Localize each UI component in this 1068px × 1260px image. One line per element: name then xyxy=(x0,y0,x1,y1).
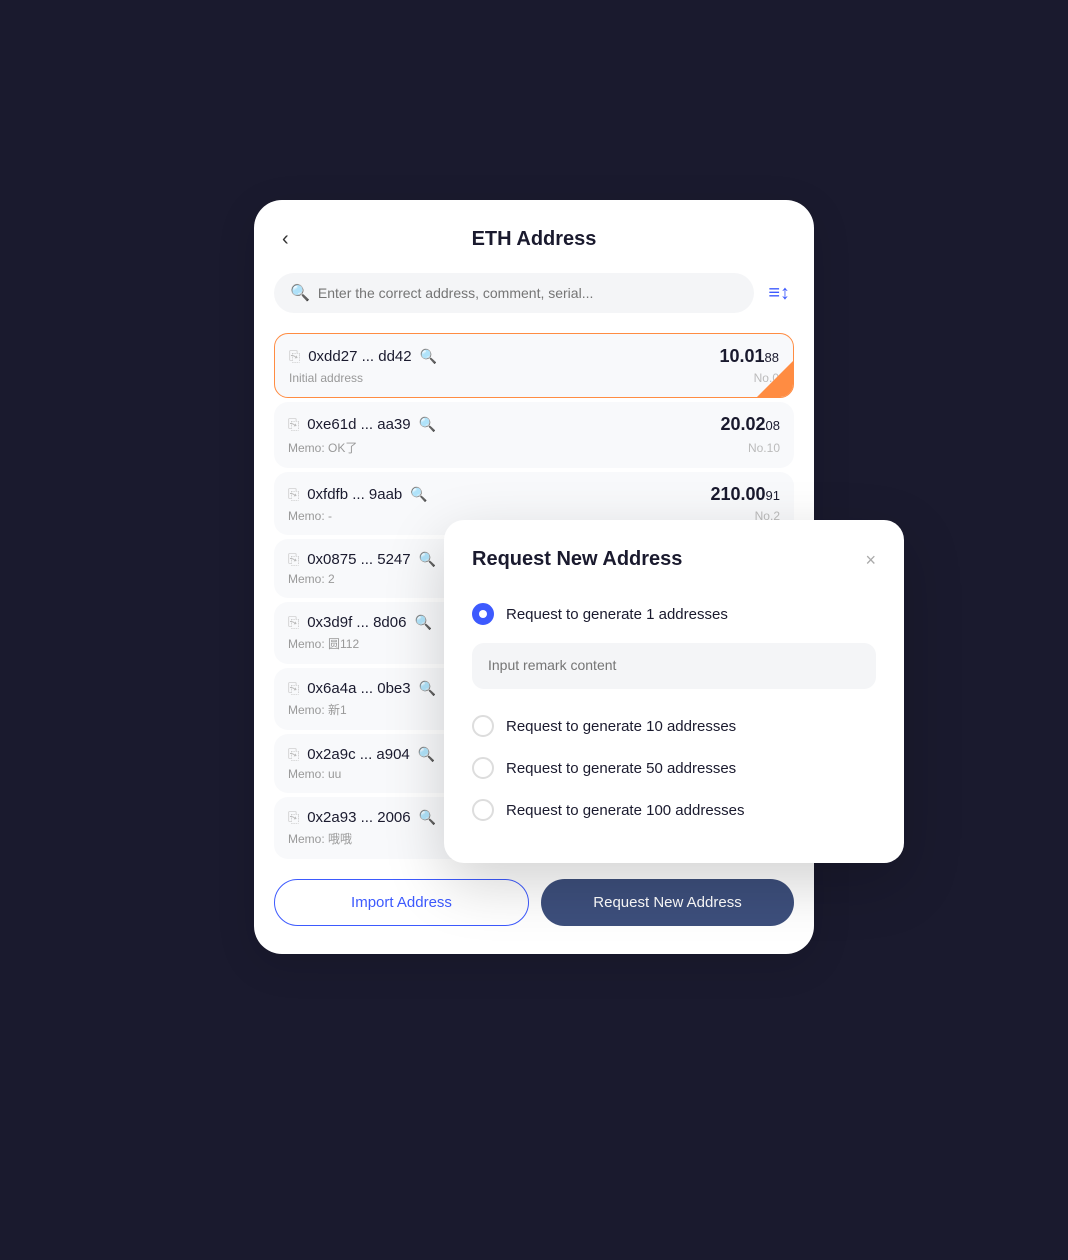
amount: 210.0091 xyxy=(710,484,780,505)
address-left: ⎘ 0xdd27 ... dd42 🔍 xyxy=(289,348,437,365)
address-text: 0x0875 ... 5247 xyxy=(307,551,410,568)
memo-text: Memo: 新1 xyxy=(288,701,347,718)
address-row: ⎘ 0xe61d ... aa39 🔍 20.0208 xyxy=(288,414,780,435)
address-left: ⎘ 0x0875 ... 5247 🔍 xyxy=(288,551,436,568)
radio-label: Request to generate 50 addresses xyxy=(506,760,736,777)
address-search-icon[interactable]: 🔍 xyxy=(420,348,437,365)
radio-label: Request to generate 10 addresses xyxy=(506,718,736,735)
amount: 20.0208 xyxy=(720,414,780,435)
copy-icon[interactable]: ⎘ xyxy=(288,746,299,763)
copy-icon[interactable]: ⎘ xyxy=(288,551,299,568)
address-text: 0xfdfb ... 9aab xyxy=(307,486,402,503)
copy-icon[interactable]: ⎘ xyxy=(288,614,299,631)
radio-unchecked-icon xyxy=(472,715,494,737)
page-title: ETH Address xyxy=(472,228,597,251)
memo-text: Memo: OK了 xyxy=(288,439,357,456)
radio-option-4[interactable]: Request to generate 100 addresses xyxy=(472,789,876,831)
memo-text: Memo: 哦哦 xyxy=(288,830,352,847)
address-search-icon[interactable]: 🔍 xyxy=(418,746,435,763)
modal-options: Request to generate 1 addresses Request … xyxy=(472,593,876,831)
address-text: 0xdd27 ... dd42 xyxy=(308,348,411,365)
address-text: 0x6a4a ... 0be3 xyxy=(307,680,410,697)
copy-icon[interactable]: ⎘ xyxy=(288,416,299,433)
address-left: ⎘ 0x3d9f ... 8d06 🔍 xyxy=(288,614,432,631)
radio-option[interactable]: Request to generate 50 addresses xyxy=(472,747,876,789)
address-text: 0x2a93 ... 2006 xyxy=(307,809,410,826)
address-search-icon[interactable]: 🔍 xyxy=(419,809,436,826)
radio-unchecked-icon xyxy=(472,799,494,821)
radio-unchecked-icon xyxy=(472,757,494,779)
memo-text: Initial address xyxy=(289,371,363,385)
modal-close-button[interactable]: × xyxy=(865,551,876,569)
address-text: 0x2a9c ... a904 xyxy=(307,746,410,763)
address-search-icon[interactable]: 🔍 xyxy=(419,551,436,568)
radio-checked-icon xyxy=(472,603,494,625)
radio-option-1[interactable]: Request to generate 1 addresses xyxy=(472,593,876,635)
address-search-icon[interactable]: 🔍 xyxy=(419,680,436,697)
copy-icon[interactable]: ⎘ xyxy=(288,486,299,503)
search-input[interactable] xyxy=(318,285,738,301)
address-text: 0xe61d ... aa39 xyxy=(307,416,410,433)
radio-label: Request to generate 1 addresses xyxy=(506,606,728,623)
filter-button[interactable]: ≡↕ xyxy=(764,278,794,309)
address-text: 0x3d9f ... 8d06 xyxy=(307,614,406,631)
search-bar: 🔍 ≡↕ xyxy=(274,273,794,313)
search-icon: 🔍 xyxy=(290,283,310,303)
modal-title: Request New Address xyxy=(472,548,682,571)
memo-text: Memo: 圆112 xyxy=(288,635,359,652)
search-input-wrap[interactable]: 🔍 xyxy=(274,273,754,313)
memo-row: Initial address No.0 xyxy=(289,371,779,385)
page-header: ‹ ETH Address xyxy=(274,228,794,251)
address-row: ⎘ 0xfdfb ... 9aab 🔍 210.0091 xyxy=(288,484,780,505)
request-new-address-button[interactable]: Request New Address xyxy=(541,879,794,926)
address-row: ⎘ 0xdd27 ... dd42 🔍 10.0188 xyxy=(289,346,779,367)
memo-row: Memo: OK了 No.10 xyxy=(288,439,780,456)
copy-icon[interactable]: ⎘ xyxy=(289,348,300,365)
radio-label: Request to generate 100 addresses xyxy=(506,802,745,819)
radio-option-3[interactable]: Request to generate 50 addresses xyxy=(472,747,876,789)
radio-option[interactable]: Request to generate 100 addresses xyxy=(472,789,876,831)
copy-icon[interactable]: ⎘ xyxy=(288,680,299,697)
address-left: ⎘ 0xfdfb ... 9aab 🔍 xyxy=(288,486,428,503)
memo-text: Memo: 2 xyxy=(288,572,335,586)
memo-text: Memo: uu xyxy=(288,767,341,781)
footer-buttons: Import Address Request New Address xyxy=(274,879,794,926)
remark-input-wrap[interactable] xyxy=(472,643,876,689)
radio-option[interactable]: Request to generate 10 addresses xyxy=(472,705,876,747)
address-item[interactable]: ⎘ 0xe61d ... aa39 🔍 20.0208 Memo: OK了 No… xyxy=(274,402,794,468)
copy-icon[interactable]: ⎘ xyxy=(288,809,299,826)
address-search-icon[interactable]: 🔍 xyxy=(410,486,427,503)
address-left: ⎘ 0x2a93 ... 2006 🔍 xyxy=(288,809,436,826)
address-item[interactable]: ⎘ 0xdd27 ... dd42 🔍 10.0188 Initial addr… xyxy=(274,333,794,398)
radio-option-2[interactable]: Request to generate 10 addresses xyxy=(472,705,876,747)
memo-text: Memo: - xyxy=(288,509,332,523)
remark-input[interactable] xyxy=(488,657,860,673)
address-left: ⎘ 0xe61d ... aa39 🔍 xyxy=(288,416,436,433)
address-left: ⎘ 0x2a9c ... a904 🔍 xyxy=(288,746,435,763)
active-corner-tag xyxy=(757,361,793,397)
address-search-icon[interactable]: 🔍 xyxy=(414,614,431,631)
address-left: ⎘ 0x6a4a ... 0be3 🔍 xyxy=(288,680,436,697)
back-button[interactable]: ‹ xyxy=(274,224,297,255)
no-badge: No.10 xyxy=(748,441,780,455)
radio-option[interactable]: Request to generate 1 addresses xyxy=(472,593,876,689)
import-address-button[interactable]: Import Address xyxy=(274,879,529,926)
address-search-icon[interactable]: 🔍 xyxy=(419,416,436,433)
modal-header: Request New Address × xyxy=(472,548,876,571)
request-new-address-modal: Request New Address × Request to generat… xyxy=(444,520,904,863)
